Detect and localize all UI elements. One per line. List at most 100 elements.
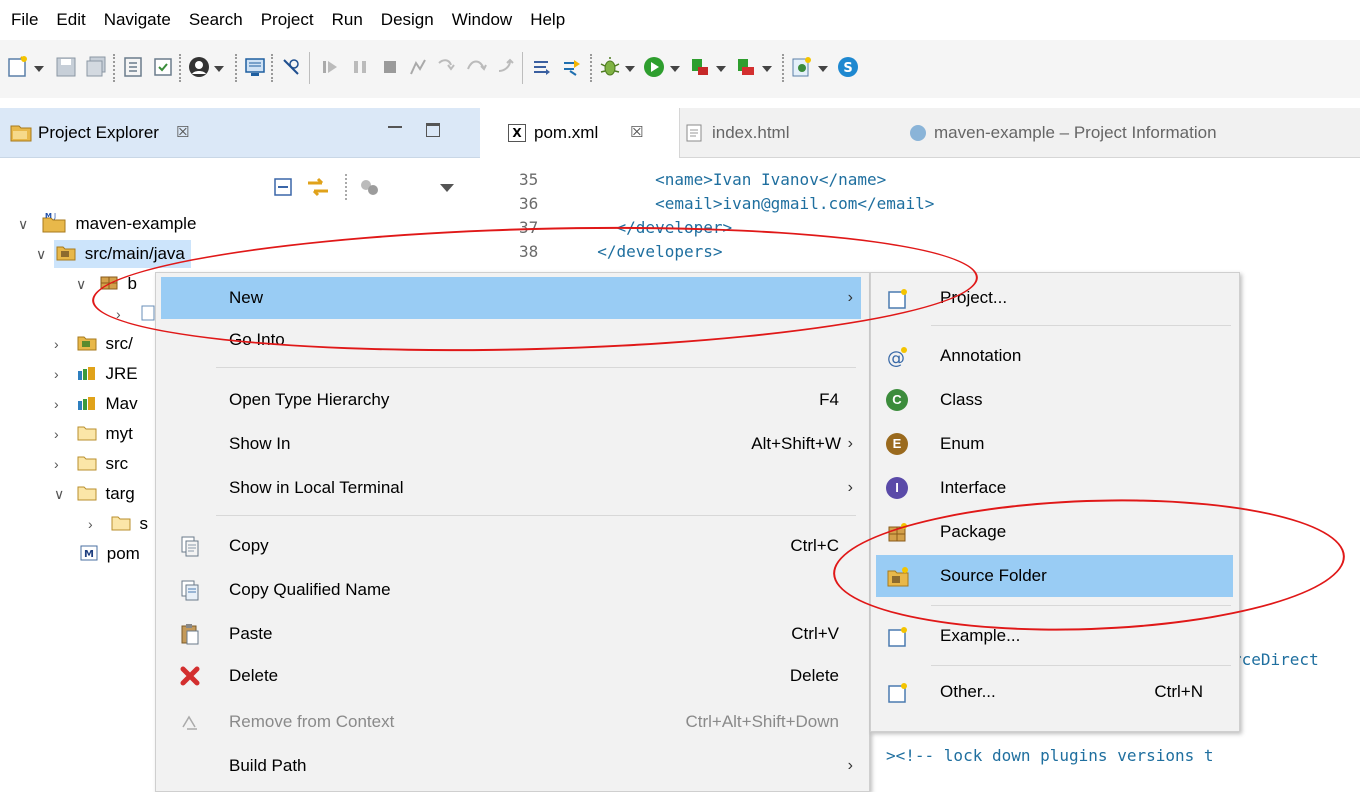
tree-item-target-child[interactable]: › s: [88, 510, 148, 538]
coverage-dropdown-icon[interactable]: [762, 66, 772, 72]
menu-item-show-in[interactable]: Show In Alt+Shift+W ›: [161, 423, 861, 465]
collapse-all-icon[interactable]: [272, 176, 294, 198]
disconnect-icon[interactable]: [406, 55, 430, 79]
chevron-right-icon[interactable]: ›: [54, 360, 72, 388]
outline-icon[interactable]: [121, 55, 145, 79]
tab-label: maven-example – Project Information: [934, 123, 1217, 142]
tree-item-jre[interactable]: › JRE: [54, 360, 138, 388]
code-line[interactable]: <email>ivan@gmail.com</email>: [578, 192, 934, 216]
use-step-filters-icon[interactable]: [530, 55, 554, 79]
new-source-icon[interactable]: S: [836, 55, 860, 79]
breakpoint-icon[interactable]: [279, 55, 303, 79]
menu-item-copy[interactable]: Copy Ctrl+C: [161, 525, 861, 567]
close-icon[interactable]: ☒: [176, 108, 189, 158]
project-explorer-tab[interactable]: Project Explorer ☒: [0, 108, 480, 158]
tree-item-src-test[interactable]: › src/: [54, 330, 133, 358]
terminate-icon[interactable]: [378, 55, 402, 79]
external-tools-dropdown-icon[interactable]: [716, 66, 726, 72]
submenu-item-shortcut: Ctrl+N: [1154, 682, 1203, 701]
run-icon[interactable]: [642, 55, 666, 79]
minimize-icon[interactable]: [388, 126, 402, 128]
code-line-partial[interactable]: ><!-- lock down plugins versions t: [886, 744, 1360, 768]
run-dropdown-icon[interactable]: [670, 66, 680, 72]
view-menu-icon[interactable]: [440, 184, 454, 192]
chevron-down-icon[interactable]: ∨: [76, 270, 94, 298]
tree-item-maven-deps[interactable]: › Mav: [54, 390, 138, 418]
copy-icon: [181, 536, 199, 557]
submenu-item-annotation[interactable]: @ Annotation: [876, 335, 1233, 377]
user-dropdown-icon[interactable]: [214, 66, 224, 72]
tree-item-label: myt: [105, 424, 133, 443]
terminal-icon[interactable]: [243, 55, 267, 79]
chevron-down-icon[interactable]: ∨: [18, 210, 36, 238]
menu-project[interactable]: Project: [252, 0, 323, 40]
tab-pom-xml[interactable]: X pom.xml ☒: [490, 108, 680, 158]
new-wizard-icon[interactable]: [6, 55, 30, 79]
code-line-partial[interactable]: rceDirect: [1232, 648, 1360, 672]
save-icon[interactable]: [54, 55, 78, 79]
menu-search[interactable]: Search: [180, 0, 252, 40]
menu-item-delete[interactable]: Delete Delete: [161, 655, 861, 697]
tree-item-pom[interactable]: M pom: [80, 540, 140, 568]
remove-context-icon: [182, 715, 197, 730]
menu-item-show-in-local-terminal[interactable]: Show in Local Terminal ›: [161, 467, 861, 509]
code-line[interactable]: <name>Ivan Ivanov</name>: [578, 168, 886, 192]
copy-qualified-icon: [181, 580, 199, 601]
menu-help[interactable]: Help: [521, 0, 574, 40]
menu-run[interactable]: Run: [323, 0, 372, 40]
menu-navigate[interactable]: Navigate: [95, 0, 180, 40]
menu-item-paste[interactable]: Paste Ctrl+V: [161, 613, 861, 655]
submenu-item-label: Annotation: [940, 346, 1022, 365]
save-all-icon[interactable]: [84, 55, 108, 79]
chevron-right-icon[interactable]: ›: [54, 450, 72, 478]
chevron-right-icon: ›: [847, 435, 853, 452]
tree-item-src[interactable]: › src: [54, 450, 128, 478]
tree-item-label: targ: [105, 484, 135, 503]
suspend-icon[interactable]: [348, 55, 372, 79]
menu-item-shortcut: Ctrl+V: [791, 624, 839, 643]
new-class-icon[interactable]: [790, 55, 814, 79]
menu-item-open-type-hierarchy[interactable]: Open Type Hierarchy F4: [161, 379, 861, 421]
new-class-dropdown-icon[interactable]: [818, 66, 828, 72]
coverage-icon[interactable]: [734, 55, 758, 79]
submenu-item-class[interactable]: C Class: [876, 379, 1233, 421]
submenu-item-enum[interactable]: E Enum: [876, 423, 1233, 465]
maximize-icon[interactable]: [426, 123, 440, 137]
submenu-item-label: Enum: [940, 434, 985, 453]
link-with-editor-icon[interactable]: [305, 174, 331, 200]
tree-item-target[interactable]: ∨ targ: [54, 480, 135, 508]
menu-design[interactable]: Design: [372, 0, 443, 40]
resume-icon[interactable]: [318, 55, 342, 79]
menu-file[interactable]: File: [2, 0, 47, 40]
open-task-icon[interactable]: [151, 55, 175, 79]
filters-icon[interactable]: [358, 176, 382, 200]
debug-dropdown-icon[interactable]: [625, 66, 635, 72]
debug-icon[interactable]: [598, 55, 622, 79]
refactor-icon[interactable]: [560, 55, 584, 79]
step-over-icon[interactable]: [464, 55, 488, 79]
tab-project-information[interactable]: maven-example – Project Information: [910, 108, 1360, 158]
tree-item-maven-example[interactable]: ∨ MJ maven-example: [18, 210, 196, 238]
chevron-right-icon[interactable]: ›: [88, 510, 106, 538]
tree-item-label: pom: [106, 544, 140, 563]
chevron-right-icon[interactable]: ›: [54, 390, 72, 418]
step-return-icon[interactable]: [494, 55, 518, 79]
menu-item-copy-qualified-name[interactable]: Copy Qualified Name: [161, 569, 861, 611]
submenu-item-other[interactable]: Other... Ctrl+N: [876, 671, 1233, 713]
chevron-right-icon[interactable]: ›: [54, 420, 72, 448]
user-icon[interactable]: [187, 55, 211, 79]
interface-icon: I: [886, 477, 910, 501]
chevron-down-icon[interactable]: ∨: [54, 480, 72, 508]
menu-edit[interactable]: Edit: [47, 0, 94, 40]
close-icon[interactable]: ☒: [630, 108, 643, 158]
chevron-right-icon[interactable]: ›: [54, 330, 72, 358]
menu-window[interactable]: Window: [443, 0, 521, 40]
tree-item-label: src/: [105, 334, 133, 353]
step-into-icon[interactable]: [434, 55, 458, 79]
tab-index-html[interactable]: index.html: [686, 108, 886, 158]
menu-item-build-path[interactable]: Build Path ›: [161, 745, 861, 787]
chevron-down-icon[interactable]: ∨: [36, 240, 54, 268]
external-tools-icon[interactable]: [688, 55, 712, 79]
new-dropdown-icon[interactable]: [34, 66, 44, 72]
tree-item-myt[interactable]: › myt: [54, 420, 133, 448]
